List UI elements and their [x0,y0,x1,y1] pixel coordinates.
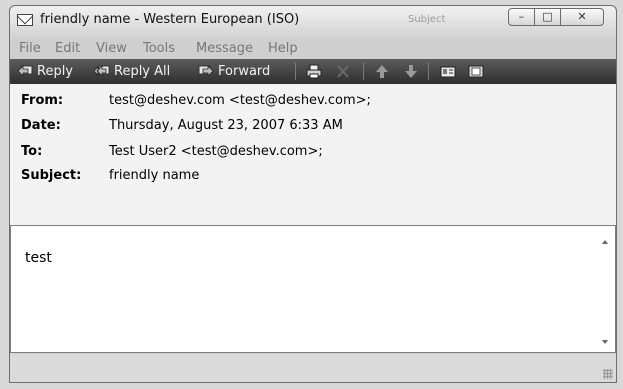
message-body[interactable]: test [10,225,616,353]
toolbar-separator [295,63,296,80]
window-title: friendly name - Western European (ISO) [40,12,300,27]
menu-tools[interactable]: Tools [143,41,175,56]
menu-message[interactable]: Message [196,41,253,56]
reply-all-label: Reply All [114,64,171,79]
next-icon[interactable] [403,64,419,79]
reply-label: Reply [37,64,74,79]
header-row-date: Date: Thursday, August 23, 2007 6:33 AM [10,118,616,140]
title-bar: friendly name - Western European (ISO) S… [10,6,616,36]
header-label: To: [21,144,43,159]
message-body-text: test [25,250,52,266]
header-row-from: From: test@deshev.com <test@deshev.com>; [10,93,616,115]
header-value: Test User2 <test@deshev.com>; [109,144,323,159]
toolbar-separator [363,63,364,80]
header-value: friendly name [109,168,200,183]
resize-grip-icon[interactable] [603,369,613,379]
menu-file[interactable]: File [19,41,41,56]
menu-bar: File Edit View Tools Message Help [10,38,616,59]
delete-icon[interactable] [335,64,351,79]
reply-all-button[interactable]: Reply All [94,63,170,80]
reply-button[interactable]: Reply [17,63,73,80]
minimize-button[interactable]: – [508,8,535,26]
header-value: Thursday, August 23, 2007 6:33 AM [109,118,343,133]
print-icon[interactable] [306,64,322,79]
header-row-to: To: Test User2 <test@deshev.com>; [10,144,616,166]
maximize-button[interactable]: □ [534,8,561,26]
toolbar-separator [428,63,429,80]
reply-icon [17,65,33,77]
address-book-icon[interactable] [440,64,456,79]
header-row-subject: Subject: friendly name [10,168,616,190]
status-bar [10,354,616,382]
header-label: Subject: [21,168,82,183]
background-window-label: Subject [408,14,446,25]
envelope-icon [17,14,33,26]
message-headers: From: test@deshev.com <test@deshev.com>;… [10,84,616,225]
scroll-down-arrow-icon[interactable] [602,340,608,344]
header-value: test@deshev.com <test@deshev.com>; [109,93,371,108]
scroll-up-arrow-icon[interactable] [602,240,608,244]
toolbar: Reply Reply All Forward [10,59,616,84]
reply-all-icon [94,65,110,77]
menu-edit[interactable]: Edit [55,41,80,56]
close-button[interactable]: ✕ [560,8,604,26]
header-label: From: [21,93,64,108]
forward-button[interactable]: Forward [198,63,270,80]
header-label: Date: [21,118,61,133]
forward-label: Forward [218,64,271,79]
forward-icon [198,65,214,77]
menu-help[interactable]: Help [268,41,298,56]
previous-icon[interactable] [374,64,390,79]
menu-view[interactable]: View [96,41,127,56]
message-window: friendly name - Western European (ISO) S… [9,5,617,383]
view-icon[interactable] [468,64,484,79]
